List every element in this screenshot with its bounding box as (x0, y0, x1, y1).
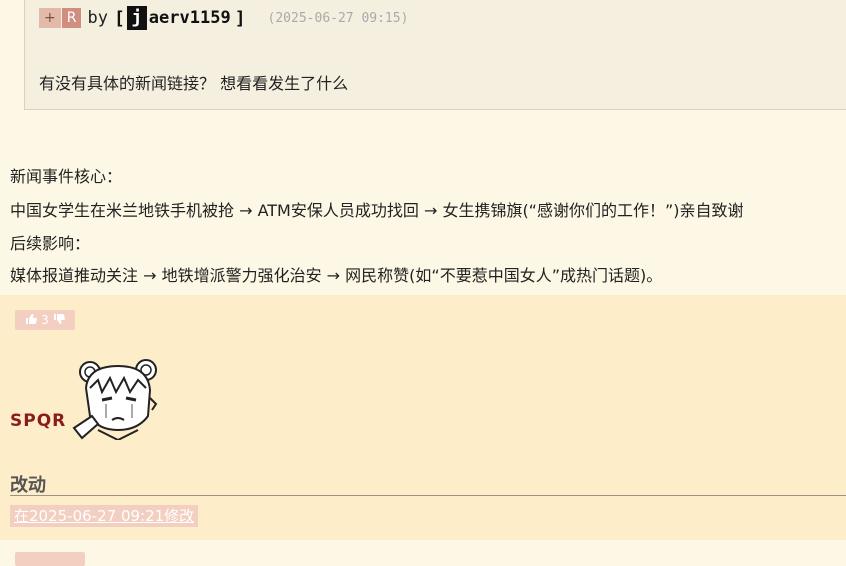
vote-widget[interactable]: 3 (15, 310, 75, 330)
quote-box: + R by [ j aerv1159 ] (2025-06-27 09:15)… (24, 0, 846, 110)
next-post-vote-widget[interactable] (15, 552, 85, 566)
edit-note[interactable]: 在2025-06-27 09:21修改 (10, 505, 199, 527)
post: 3 SPQR 改动 在2025-06-27 09:21修改 (0, 295, 846, 540)
bracket-close: ] (234, 7, 246, 29)
post-title: 改动 (10, 475, 46, 496)
quote-username[interactable]: aerv1159 (149, 8, 231, 28)
quote-text: 有没有具体的新闻链接？ 想看看发生了什么 (39, 74, 349, 93)
post-username[interactable]: SPQR (10, 411, 66, 431)
thumbs-down-icon[interactable] (53, 313, 65, 328)
divider (10, 495, 846, 496)
bracket-open: [ (113, 7, 125, 29)
body-line-1: 新闻事件核心： (10, 167, 123, 186)
quote-timestamp: (2025-06-27 09:15) (267, 10, 409, 26)
body-line-2: 中国女学生在米兰地铁手机被抢 → ATM安保人员成功找回 → 女生携锦旗(“感谢… (10, 201, 744, 220)
reply-button[interactable]: R (61, 8, 82, 28)
by-label: by (87, 8, 108, 28)
user-icon: j (126, 6, 147, 30)
body-line-4: 媒体报道推动关注 → 地铁增派警力强化治安 → 网民称赞(如“不要惹中国女人”成… (10, 266, 663, 285)
avatar[interactable] (68, 358, 160, 440)
expand-button[interactable]: + (39, 8, 61, 28)
thumbs-up-icon[interactable] (25, 313, 38, 328)
vote-count: 3 (41, 313, 49, 327)
quote-header: + R by [ j aerv1159 ] (2025-06-27 09:15) (39, 6, 408, 30)
body-line-3: 后续影响： (10, 234, 91, 253)
